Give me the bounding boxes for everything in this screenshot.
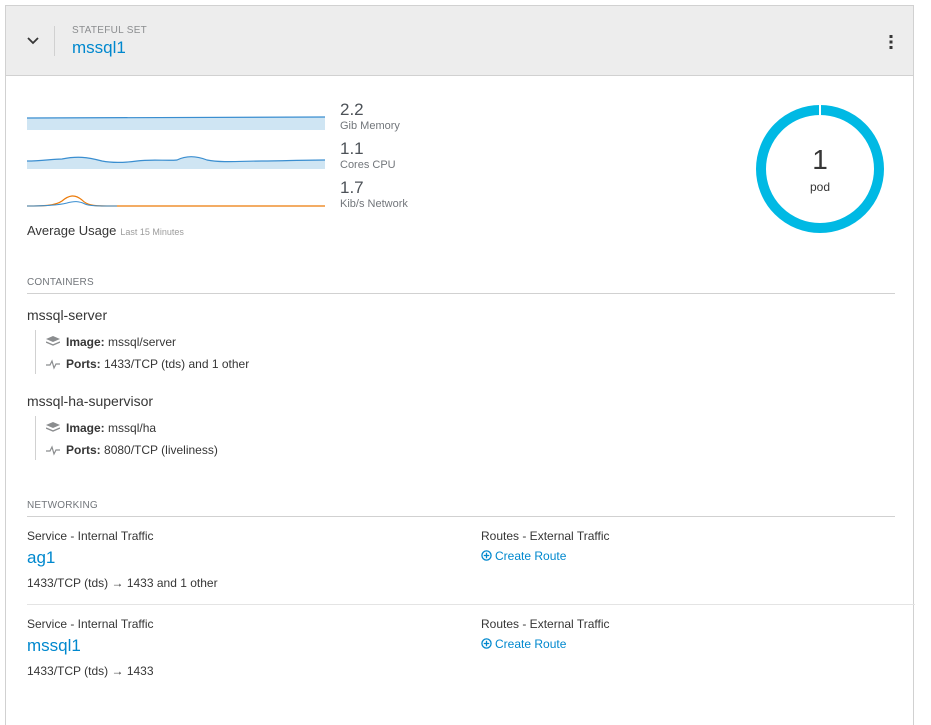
containers-divider <box>27 293 895 294</box>
chevron-down-icon <box>27 37 39 45</box>
networking-title: NETWORKING <box>27 500 98 511</box>
ports-value: 8080/TCP (liveliness) <box>104 443 218 457</box>
memory-sparkline <box>27 109 325 133</box>
container-details: Image: mssql/server Ports: 1433/TCP (tds… <box>35 330 436 374</box>
containers-title: CONTAINERS <box>27 277 94 288</box>
create-route-link[interactable]: Create Route <box>481 637 566 651</box>
create-route-text: Create Route <box>495 637 567 651</box>
ports-value: 1433/TCP (tds) and 1 other <box>104 357 250 371</box>
ports-label: Ports: <box>66 357 101 371</box>
image-value: mssql/ha <box>108 421 157 435</box>
layers-icon <box>46 422 60 432</box>
network-value: 1.7 <box>340 178 364 197</box>
create-route-link[interactable]: Create Route <box>481 549 566 563</box>
container-details: Image: mssql/ha Ports: 8080/TCP (livelin… <box>35 416 436 460</box>
average-usage-period: Last 15 Minutes <box>120 227 184 237</box>
pod-count-label: pod <box>809 180 831 194</box>
image-value: mssql/server <box>108 335 177 349</box>
plus-circle-icon <box>481 638 492 649</box>
actions-menu-button[interactable] <box>879 30 903 54</box>
cpu-sparkline <box>27 149 325 173</box>
service-label: Service - Internal Traffic <box>27 617 154 631</box>
cpu-value: 1.1 <box>340 139 364 158</box>
container-image-row: Image: mssql/server <box>46 334 176 350</box>
service-row-divider <box>27 604 915 605</box>
service-ports: 1433/TCP (tds) → 1433 <box>27 664 154 678</box>
routes-label: Routes - External Traffic <box>481 617 610 631</box>
network-unit: Kib/s Network <box>340 198 408 210</box>
memory-unit: Gib Memory <box>340 120 400 132</box>
cpu-unit: Cores CPU <box>340 159 396 171</box>
resource-name-link[interactable]: mssql1 <box>72 38 126 58</box>
image-label: Image: <box>66 421 105 435</box>
service-ports: 1433/TCP (tds) → 1433 and 1 other <box>27 576 218 590</box>
container-name: mssql-server <box>27 307 108 323</box>
resource-kind: STATEFUL SET <box>72 25 148 36</box>
average-usage-label: Average Usage Last 15 Minutes <box>27 223 184 238</box>
container-ports-row: Ports: 1433/TCP (tds) and 1 other <box>46 356 249 372</box>
pod-count: 1 <box>812 144 828 175</box>
routes-label: Routes - External Traffic <box>481 529 610 543</box>
pulse-icon <box>46 359 60 370</box>
collapse-toggle[interactable] <box>21 31 45 51</box>
pulse-icon <box>46 445 60 456</box>
container-image-row: Image: mssql/ha <box>46 420 156 436</box>
plus-circle-icon <box>481 550 492 561</box>
networking-divider <box>27 516 895 517</box>
card-header: STATEFUL SET mssql1 <box>6 6 913 76</box>
memory-value: 2.2 <box>340 100 364 119</box>
header-divider <box>54 26 55 56</box>
service-link[interactable]: ag1 <box>27 548 55 568</box>
stateful-set-card: STATEFUL SET mssql1 2.2 Gib Memory 1.1 C… <box>5 5 915 725</box>
container-ports-row: Ports: 8080/TCP (liveliness) <box>46 442 218 458</box>
service-label: Service - Internal Traffic <box>27 529 154 543</box>
create-route-text: Create Route <box>495 549 567 563</box>
container-name: mssql-ha-supervisor <box>27 393 154 409</box>
kebab-icon <box>889 35 893 49</box>
image-label: Image: <box>66 335 105 349</box>
network-sparkline <box>27 187 325 211</box>
average-usage-text: Average Usage <box>27 223 117 238</box>
service-link[interactable]: mssql1 <box>27 636 81 656</box>
ports-label: Ports: <box>66 443 101 457</box>
layers-icon <box>46 336 60 346</box>
